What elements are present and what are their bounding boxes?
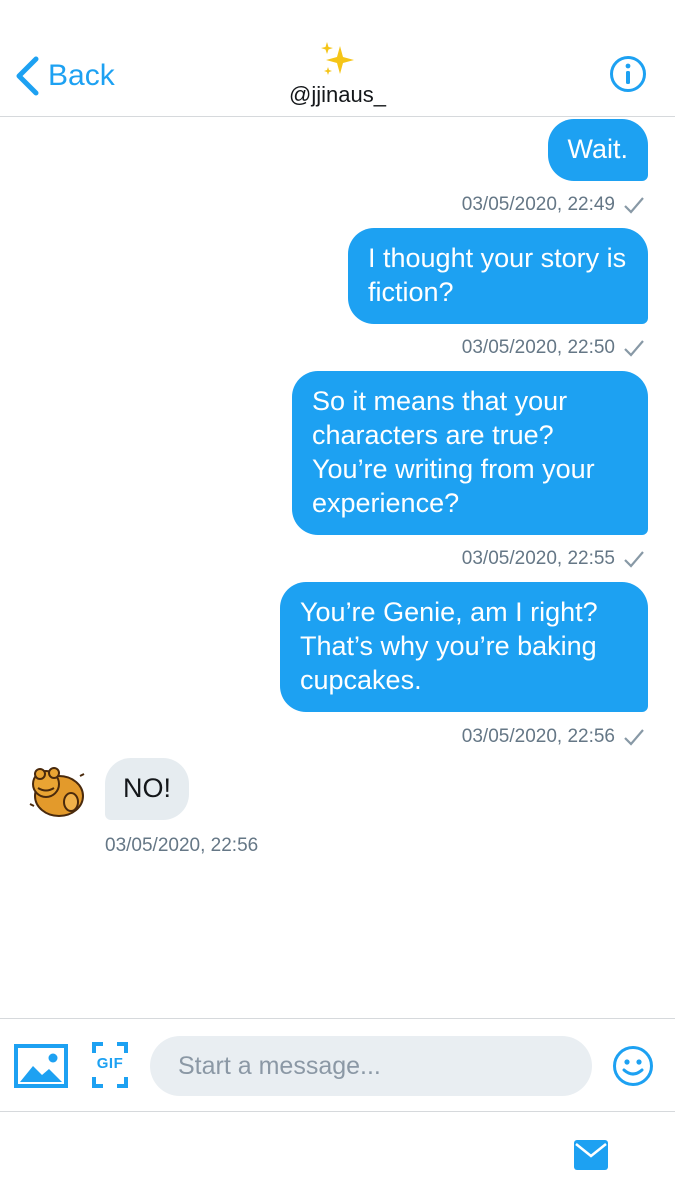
message-bubble[interactable]: I thought your story is fiction? — [348, 228, 648, 324]
conversation-title[interactable]: @jjinaus_ — [0, 40, 675, 108]
check-icon — [624, 340, 644, 357]
message-bubble[interactable]: NO! — [105, 758, 190, 820]
message-input[interactable] — [150, 1036, 592, 1096]
timestamp-text: 03/05/2020, 22:55 — [461, 548, 615, 569]
conversation-header: Back @jjinaus_ — [0, 0, 675, 117]
mail-icon[interactable] — [574, 1140, 608, 1170]
user-handle: @jjinaus_ — [289, 82, 386, 107]
message-timestamp: 03/05/2020, 22:50 — [462, 337, 645, 359]
timestamp-text: 03/05/2020, 22:49 — [461, 194, 615, 215]
timestamp-text: 03/05/2020, 22:56 — [461, 726, 615, 747]
sparkles-icon — [320, 42, 354, 75]
message-bubble[interactable]: Wait. — [547, 119, 648, 181]
check-icon — [624, 729, 644, 746]
message-bubble[interactable]: So it means that your characters are tru… — [292, 371, 648, 535]
message-timestamp: 03/05/2020, 22:56 — [462, 726, 645, 748]
check-icon — [624, 197, 644, 214]
avatar[interactable] — [26, 762, 88, 822]
message-timestamp: 03/05/2020, 22:55 — [462, 548, 645, 570]
gif-label: GIF — [96, 1055, 124, 1072]
message-timestamp: 03/05/2020, 22:49 — [462, 194, 645, 216]
image-icon[interactable] — [14, 1044, 68, 1088]
timestamp-text: 03/05/2020, 22:50 — [461, 337, 615, 358]
info-icon[interactable] — [609, 55, 647, 93]
message-timestamp: 03/05/2020, 22:56 — [105, 835, 259, 856]
check-icon — [624, 551, 644, 568]
message-bubble[interactable]: You’re Genie, am I right? That’s why you… — [280, 582, 648, 712]
smiley-icon[interactable] — [612, 1045, 654, 1087]
gif-button[interactable]: GIF — [92, 1042, 128, 1088]
message-composer: GIF — [0, 1018, 675, 1112]
